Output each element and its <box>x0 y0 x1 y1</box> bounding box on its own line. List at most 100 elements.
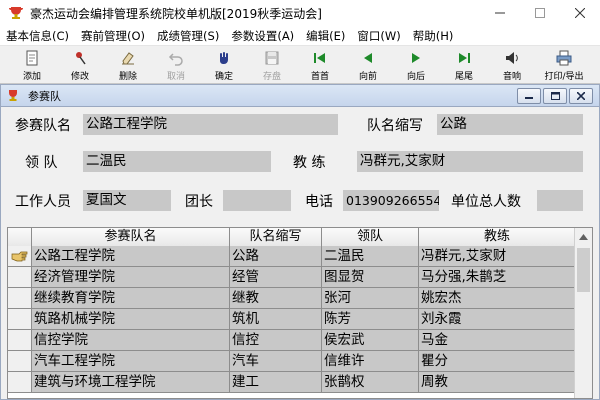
table-row[interactable]: 建筑与环境工程学院 建工 张鹊权 周教 <box>8 372 576 393</box>
row-indicator <box>8 372 32 393</box>
table-cell[interactable]: 陈芳 <box>322 309 419 330</box>
phone-field[interactable]: 013909266554 <box>343 190 439 211</box>
col-header-coach[interactable]: 教练 <box>419 228 576 246</box>
table-row[interactable]: 筑路机械学院 筑机 陈芳 刘永霞 <box>8 309 576 330</box>
total-members-field[interactable] <box>537 190 583 211</box>
cancel-button[interactable]: 取消 <box>152 46 200 84</box>
table-row[interactable]: 汽车工程学院 汽车 信维许 瞿分 <box>8 351 576 372</box>
table-cell[interactable]: 刘永霞 <box>419 309 576 330</box>
delete-button[interactable]: 删除 <box>104 46 152 84</box>
table-cell[interactable]: 张鹊权 <box>322 372 419 393</box>
menu-settings[interactable]: 参数设置(A) <box>225 28 300 44</box>
table-cell[interactable]: 马金 <box>419 330 576 351</box>
child-minimize-button[interactable] <box>517 88 541 104</box>
grid-vertical-scrollbar[interactable] <box>574 228 592 398</box>
row-indicator <box>8 351 32 372</box>
add-button[interactable]: 添加 <box>8 46 56 84</box>
abbr-field[interactable]: 公路 <box>437 114 583 135</box>
row-indicator <box>8 309 32 330</box>
menu-scores[interactable]: 成绩管理(S) <box>151 28 225 44</box>
save-button[interactable]: 存盘 <box>248 46 296 84</box>
table-cell[interactable]: 姚宏杰 <box>419 288 576 309</box>
table-cell[interactable]: 张河 <box>322 288 419 309</box>
row-indicator <box>8 267 32 288</box>
table-cell[interactable]: 筑路机械学院 <box>32 309 230 330</box>
prev-record-button[interactable]: 向前 <box>344 46 392 84</box>
table-row[interactable]: 公路工程学院 公路 二温民 冯群元,艾家财 <box>8 246 576 267</box>
table-cell[interactable]: 建工 <box>230 372 322 393</box>
table-cell[interactable]: 马分强,朱鹊芝 <box>419 267 576 288</box>
table-cell[interactable]: 经管 <box>230 267 322 288</box>
table-cell[interactable]: 公路工程学院 <box>32 246 230 267</box>
scrollbar-thumb[interactable] <box>577 248 590 292</box>
table-cell[interactable]: 继续教育学院 <box>32 288 230 309</box>
maximize-button[interactable] <box>520 0 560 26</box>
table-cell[interactable]: 二温民 <box>322 246 419 267</box>
abbr-label: 队名缩写 <box>367 118 423 134</box>
table-row[interactable]: 继续教育学院 继教 张河 姚宏杰 <box>8 288 576 309</box>
table-cell[interactable]: 周教 <box>419 372 576 393</box>
next-record-button[interactable]: 向后 <box>392 46 440 84</box>
child-maximize-button[interactable] <box>543 88 567 104</box>
child-window-controls <box>517 88 593 104</box>
table-cell[interactable]: 信维许 <box>322 351 419 372</box>
table-cell[interactable]: 继教 <box>230 288 322 309</box>
table-cell[interactable]: 信控 <box>230 330 322 351</box>
captain-field[interactable] <box>223 190 291 211</box>
col-header-team-name[interactable]: 参赛队名 <box>32 228 230 246</box>
last-record-button[interactable]: 尾尾 <box>440 46 488 84</box>
confirm-hand-icon <box>216 50 232 66</box>
staff-field[interactable]: 夏国文 <box>83 190 171 211</box>
table-cell[interactable]: 汽车工程学院 <box>32 351 230 372</box>
toolbar: 添加 修改 删除 取消 确定 存盘 首首 向前 向后 尾尾 音响 打印/导出 <box>0 46 600 84</box>
menu-help[interactable]: 帮助(H) <box>407 28 460 44</box>
menu-edit[interactable]: 编辑(E) <box>300 28 351 44</box>
child-title-bar[interactable]: 参赛队 <box>1 85 599 107</box>
table-row[interactable]: 信控学院 信控 侯宏武 马金 <box>8 330 576 351</box>
table-cell[interactable]: 侯宏武 <box>322 330 419 351</box>
table-cell[interactable]: 图显贺 <box>322 267 419 288</box>
table-cell[interactable]: 信控学院 <box>32 330 230 351</box>
table-cell[interactable]: 公路 <box>230 246 322 267</box>
menu-pre-match[interactable]: 赛前管理(O) <box>75 28 151 44</box>
col-header-abbr[interactable]: 队名缩写 <box>230 228 322 246</box>
table-row[interactable]: 经济管理学院 经管 图显贺 马分强,朱鹊芝 <box>8 267 576 288</box>
confirm-button[interactable]: 确定 <box>200 46 248 84</box>
printer-icon <box>556 50 572 66</box>
row-indicator <box>8 330 32 351</box>
child-close-button[interactable] <box>569 88 593 104</box>
floppy-disk-icon <box>264 50 280 66</box>
coach-field[interactable]: 冯群元,艾家财 <box>357 151 583 172</box>
scroll-up-icon[interactable] <box>575 228 592 245</box>
print-export-button[interactable]: 打印/导出 <box>536 46 592 84</box>
minimize-button[interactable] <box>480 0 520 26</box>
table-cell[interactable]: 筑机 <box>230 309 322 330</box>
team-name-field[interactable]: 公路工程学院 <box>83 114 338 135</box>
trophy-app-icon <box>8 5 24 21</box>
first-record-button[interactable]: 首首 <box>296 46 344 84</box>
edit-button[interactable]: 修改 <box>56 46 104 84</box>
leader-field[interactable]: 二温民 <box>83 151 271 172</box>
table-cell[interactable]: 经济管理学院 <box>32 267 230 288</box>
left-arrow-icon <box>360 50 376 66</box>
col-header-leader[interactable]: 领队 <box>322 228 419 246</box>
team-child-window: 参赛队 参赛队名 公路工程学院 队名缩写 公路 领 队 二温民 教 练 冯群元,… <box>0 84 600 400</box>
eraser-icon <box>120 50 136 66</box>
team-form: 参赛队名 公路工程学院 队名缩写 公路 领 队 二温民 教 练 冯群元,艾家财 … <box>1 107 599 229</box>
add-file-icon <box>24 50 40 66</box>
table-cell[interactable]: 瞿分 <box>419 351 576 372</box>
window-controls <box>480 0 600 26</box>
pointing-hand-icon <box>8 246 32 267</box>
sound-button[interactable]: 音响 <box>488 46 536 84</box>
teams-grid[interactable]: 参赛队名 队名缩写 领队 教练 公路工程学院 公路 二温民 冯群元,艾家财 经济… <box>7 227 593 399</box>
leader-label: 领 队 <box>25 155 58 171</box>
table-cell[interactable]: 冯群元,艾家财 <box>419 246 576 267</box>
close-button[interactable] <box>560 0 600 26</box>
window-title: 豪杰运动会编排管理系统院校单机版[2019秋季运动会] <box>30 6 322 21</box>
coach-label: 教 练 <box>293 155 326 171</box>
menu-basic-info[interactable]: 基本信息(C) <box>0 28 75 44</box>
title-bar[interactable]: 豪杰运动会编排管理系统院校单机版[2019秋季运动会] <box>0 0 600 26</box>
menu-window[interactable]: 窗口(W) <box>351 28 406 44</box>
table-cell[interactable]: 汽车 <box>230 351 322 372</box>
table-cell[interactable]: 建筑与环境工程学院 <box>32 372 230 393</box>
